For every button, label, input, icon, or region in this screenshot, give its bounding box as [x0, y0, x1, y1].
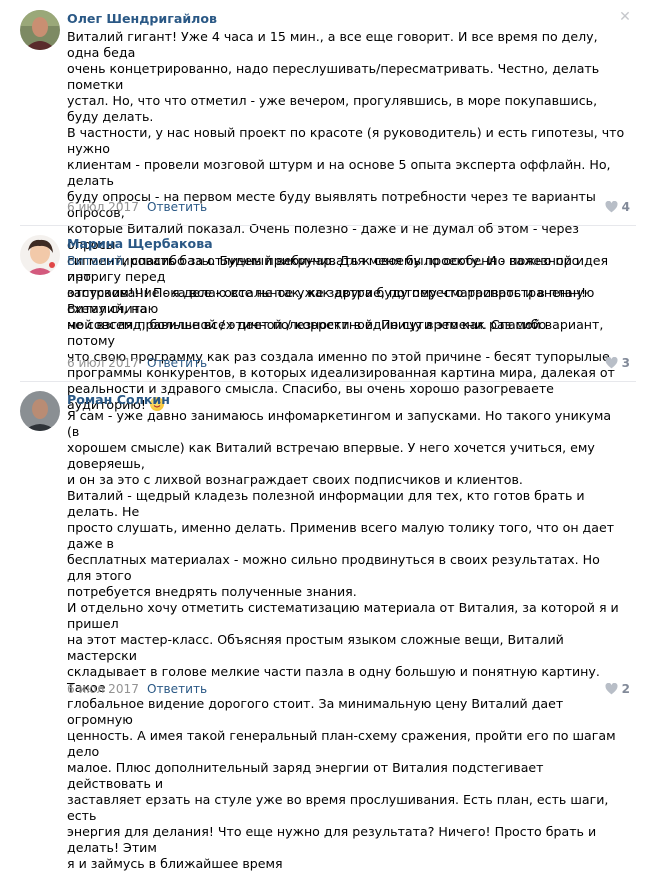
text-line: на этот мастер-класс. Объясняя простым я… — [67, 632, 564, 663]
like-button[interactable]: 3 — [605, 356, 630, 370]
reply-button[interactable]: Ответить — [147, 200, 207, 214]
reply-button[interactable]: Ответить — [147, 356, 207, 370]
text-line: очень концетрированно, надо переслушиват… — [67, 61, 600, 92]
text-line: потребуется внедрять полученные знания. — [67, 584, 357, 599]
text-line: энергия для делания! Что еще нужно для р… — [67, 824, 597, 855]
text-line: хорошем смысле) как Виталий встречаю впе… — [67, 440, 595, 471]
comment-text: Виталий, спасибо за отличный вебинар. Дл… — [67, 253, 627, 413]
avatar[interactable] — [20, 235, 60, 275]
text-line: Виталий - щедрый кладезь полезной информ… — [67, 488, 585, 519]
text-line: и он за это с лихвой вознаграждает своих… — [67, 472, 523, 487]
like-count: 3 — [621, 356, 630, 370]
text-line: клиентам - провели мозговой штурм и на о… — [67, 157, 611, 188]
text-line: Виталий, спасибо за отличный вебинар. Дл… — [67, 253, 627, 285]
reply-button[interactable]: Ответить — [147, 682, 207, 696]
like-count: 4 — [621, 200, 630, 214]
close-icon[interactable]: ✕ — [618, 10, 632, 24]
heart-icon — [605, 683, 618, 695]
text-line: отстраивание - я делаю все не так, как д… — [67, 285, 595, 316]
text-line: Виталий гигант! Уже 4 часа и 15 мин., а … — [67, 29, 598, 60]
avatar[interactable] — [20, 391, 60, 431]
comment-meta: 6 июл 2017 Ответить — [67, 200, 207, 214]
text-line: устал. Но, что что отметил - уже вечером… — [67, 93, 598, 124]
comment-meta: 6 июл 2017 Ответить — [67, 356, 207, 370]
like-button[interactable]: 4 — [605, 200, 630, 214]
comment-meta: 6 июл 2017 Ответить — [67, 682, 207, 696]
mention-link[interactable]: Виталий — [67, 253, 123, 268]
text-line: бесплатных материалах - можно сильно про… — [67, 552, 600, 583]
text-line: малое. Плюс дополнительный заряд энергии… — [67, 760, 544, 791]
divider — [20, 225, 636, 226]
text-line: В частности, у нас новый проект по красо… — [67, 125, 625, 156]
text-line: ценность. А имея такой генеральный план-… — [67, 728, 616, 759]
text-line: не совсем правильной / этичной / коррект… — [67, 317, 604, 348]
text-line: я и займусь в ближайшее время — [67, 856, 283, 871]
avatar[interactable] — [20, 10, 60, 50]
heart-icon — [605, 357, 618, 369]
text-line: заставляет ерзать на стуле уже во время … — [67, 792, 609, 823]
like-button[interactable]: 2 — [605, 682, 630, 696]
heart-icon — [605, 201, 618, 213]
comment-author[interactable]: Роман Солкин — [67, 392, 170, 407]
text-line: глобальное видение дорогого стоит. За ми… — [67, 696, 564, 727]
text-line: И отдельно хочу отметить систематизацию … — [67, 600, 619, 631]
comment-date[interactable]: 6 июл 2017 — [67, 200, 139, 214]
comment-author[interactable]: Олег Шендригайлов — [67, 11, 217, 26]
text-fragment: , спасибо за отличный вебинар. Для меня … — [67, 253, 609, 284]
like-count: 2 — [621, 682, 630, 696]
text-line: просто слушать, именно делать. Применив … — [67, 520, 615, 551]
comment-date[interactable]: 6 июл 2017 — [67, 682, 139, 696]
comment-author[interactable]: Марина Щербакова — [67, 236, 213, 251]
comment-text: Я сам - уже давно занимаюсь инфомаркетин… — [67, 408, 627, 872]
text-line: Я сам - уже давно занимаюсь инфомаркетин… — [67, 408, 612, 439]
comment-date[interactable]: 6 июл 2017 — [67, 356, 139, 370]
divider — [20, 381, 636, 382]
